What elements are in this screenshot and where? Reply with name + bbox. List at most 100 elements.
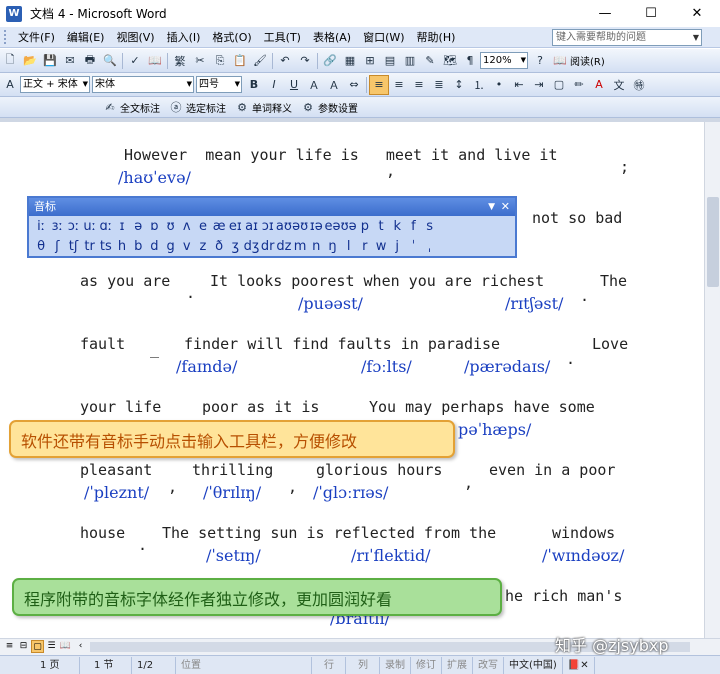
ipa-symbol-button[interactable]: e: [195, 219, 211, 234]
normal-view-icon[interactable]: ≡: [3, 640, 16, 653]
increase-indent-icon[interactable]: ⇥: [529, 75, 549, 95]
maximize-button[interactable]: ☐: [628, 0, 674, 27]
numbering-icon[interactable]: ⒈: [469, 75, 489, 95]
full-annotate-button[interactable]: 全文标注: [120, 100, 160, 115]
document-map-icon[interactable]: 🗺: [440, 51, 460, 71]
ipa-symbol-button[interactable]: w: [373, 239, 389, 254]
ipa-symbol-button[interactable]: d: [146, 239, 162, 254]
menu-insert[interactable]: 插入(I): [161, 27, 207, 48]
menu-tools[interactable]: 工具(T): [258, 27, 307, 48]
help-icon[interactable]: ?: [530, 51, 550, 71]
ipa-symbol-button[interactable]: aʊ: [276, 219, 292, 234]
underline-button[interactable]: U: [284, 75, 304, 95]
spelling-status-icon[interactable]: 📕✕: [563, 656, 595, 674]
word-definition-button[interactable]: 单词释义: [252, 100, 292, 115]
print-view-icon[interactable]: ▢: [31, 640, 44, 653]
ipa-symbol-button[interactable]: ʊ: [163, 219, 179, 234]
ipa-symbol-button[interactable]: r: [357, 239, 373, 254]
show-hide-icon[interactable]: ¶: [460, 51, 480, 71]
scrollbar-thumb[interactable]: [707, 197, 719, 287]
status-record[interactable]: 录制: [380, 656, 411, 674]
ipa-symbol-button[interactable]: h: [114, 239, 130, 254]
font-color-icon[interactable]: A: [589, 75, 609, 95]
web-view-icon[interactable]: ⊟: [17, 640, 30, 653]
undo-icon[interactable]: ↶: [275, 51, 295, 71]
ipa-panel-titlebar[interactable]: 音标 ▼ ✕: [29, 198, 515, 216]
ipa-symbol-button[interactable]: ɪ: [114, 219, 130, 234]
ipa-symbol-button[interactable]: ɜː: [49, 219, 65, 234]
ipa-symbol-button[interactable]: j: [389, 239, 405, 254]
ipa-symbol-button[interactable]: əʊ: [292, 219, 308, 234]
cut-icon[interactable]: ✂: [190, 51, 210, 71]
outside-border-icon[interactable]: ▢: [549, 75, 569, 95]
vertical-scrollbar[interactable]: [704, 122, 720, 638]
ipa-symbol-button[interactable]: ʌ: [179, 219, 195, 234]
ipa-symbol-button[interactable]: ˌ: [422, 239, 438, 254]
ipa-symbol-button[interactable]: p: [357, 219, 373, 234]
char-border-icon[interactable]: Ａ: [304, 75, 324, 95]
enclose-char-icon[interactable]: ㊕: [629, 75, 649, 95]
ipa-symbol-button[interactable]: n: [308, 239, 324, 254]
format-painter-icon[interactable]: 🖌: [250, 51, 270, 71]
read-mode-icon[interactable]: 📖: [550, 51, 570, 71]
ipa-symbol-button[interactable]: eɪ: [227, 219, 243, 234]
ipa-symbol-button[interactable]: ɔː: [65, 219, 81, 234]
line-spacing-icon[interactable]: ↕: [449, 75, 469, 95]
status-track[interactable]: 修订: [411, 656, 442, 674]
chevron-down-icon[interactable]: ▼: [693, 30, 699, 45]
settings-button[interactable]: 参数设置: [318, 100, 358, 115]
ipa-symbol-button[interactable]: ɑː: [98, 219, 114, 234]
menu-view[interactable]: 视图(V): [110, 27, 160, 48]
research-icon[interactable]: 📖: [145, 51, 165, 71]
status-overtype[interactable]: 改写: [473, 656, 504, 674]
zoom-select[interactable]: 120% ▼: [480, 52, 528, 69]
selected-annotate-icon[interactable]: ⓐ: [166, 97, 186, 117]
ipa-symbol-button[interactable]: v: [179, 239, 195, 254]
status-language[interactable]: 中文(中国): [504, 656, 563, 674]
ipa-symbol-button[interactable]: tr: [82, 239, 98, 254]
menu-edit[interactable]: 编辑(E): [61, 27, 111, 48]
font-size-select[interactable]: 四号 ▼: [196, 76, 242, 93]
ipa-symbol-button[interactable]: k: [389, 219, 405, 234]
copy-icon[interactable]: ⎘: [210, 51, 230, 71]
traditional-convert-button[interactable]: 繁: [170, 51, 190, 71]
ipa-symbol-button[interactable]: f: [405, 219, 421, 234]
menu-help[interactable]: 帮助(H): [411, 27, 462, 48]
paste-icon[interactable]: 📋: [230, 51, 250, 71]
drawing-icon[interactable]: ✎: [420, 51, 440, 71]
hyperlink-icon[interactable]: 🔗: [320, 51, 340, 71]
ipa-symbol-button[interactable]: ɔɪ: [260, 219, 276, 234]
align-right-icon[interactable]: ≡: [409, 75, 429, 95]
redo-icon[interactable]: ↷: [295, 51, 315, 71]
char-scale-icon[interactable]: ⇔: [344, 75, 364, 95]
ipa-symbol-button[interactable]: m: [292, 239, 308, 254]
style-select[interactable]: 正文 + 宋体 ▼: [20, 76, 90, 93]
menu-format[interactable]: 格式(O): [206, 27, 257, 48]
menubar-grip[interactable]: [4, 30, 8, 44]
tables-borders-icon[interactable]: ▦: [340, 51, 360, 71]
status-extend[interactable]: 扩展: [442, 656, 473, 674]
spelling-icon[interactable]: ✓: [125, 51, 145, 71]
bold-button[interactable]: B: [244, 75, 264, 95]
ipa-symbol-button[interactable]: dr: [260, 239, 276, 254]
chevron-down-icon[interactable]: ▼: [488, 198, 495, 216]
ipa-symbol-button[interactable]: ts: [98, 239, 114, 254]
ipa-symbol-button[interactable]: ɪə: [308, 219, 324, 234]
styles-pane-icon[interactable]: A: [0, 75, 20, 95]
ipa-symbol-button[interactable]: ə: [130, 219, 146, 234]
open-folder-icon[interactable]: 📂: [20, 51, 40, 71]
scroll-left-icon[interactable]: ‹: [74, 640, 87, 653]
ipa-symbol-button[interactable]: ʃ: [49, 239, 65, 254]
ipa-symbol-button[interactable]: b: [130, 239, 146, 254]
close-icon[interactable]: ✕: [501, 198, 510, 216]
ipa-symbol-button[interactable]: uː: [82, 219, 98, 234]
help-search-input[interactable]: 键入需要帮助的问题 ▼: [552, 29, 702, 46]
ipa-symbol-button[interactable]: θ: [33, 239, 49, 254]
ipa-symbol-button[interactable]: ð: [211, 239, 227, 254]
ipa-symbol-button[interactable]: z: [195, 239, 211, 254]
highlight-icon[interactable]: ✏: [569, 75, 589, 95]
ipa-symbol-button[interactable]: iː: [33, 219, 49, 234]
ipa-symbol-button[interactable]: dz: [276, 239, 292, 254]
minimize-button[interactable]: —: [582, 0, 628, 27]
close-button[interactable]: ✕: [674, 0, 720, 27]
